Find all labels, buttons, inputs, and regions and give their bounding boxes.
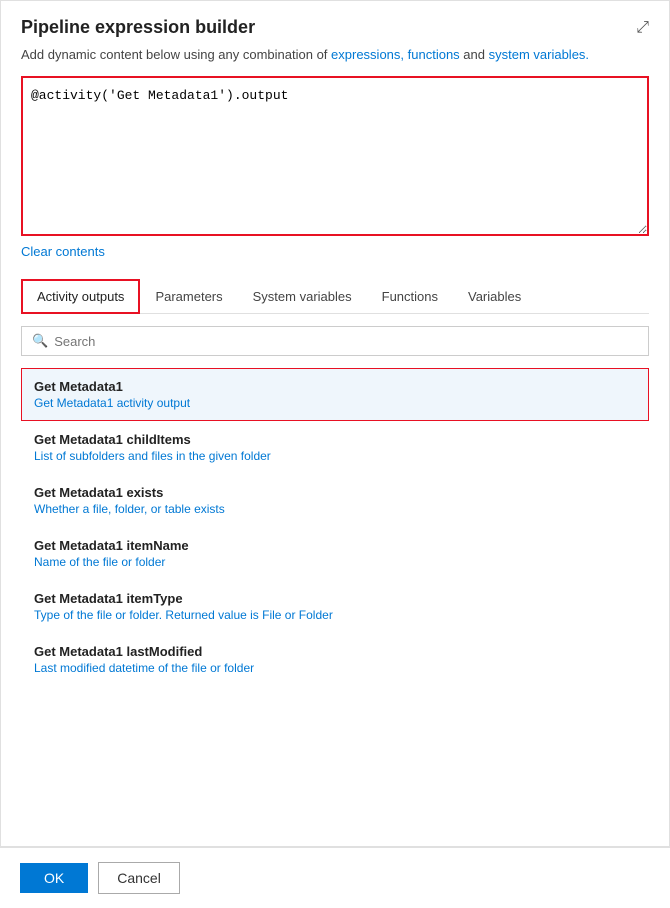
- list-item[interactable]: Get Metadata1 Get Metadata1 activity out…: [21, 368, 649, 421]
- list-item-desc: List of subfolders and files in the give…: [34, 449, 636, 463]
- pipeline-expression-builder-dialog: Pipeline expression builder ⤢ Add dynami…: [0, 0, 670, 847]
- cancel-button[interactable]: Cancel: [98, 862, 180, 894]
- expand-icon[interactable]: ⤢: [636, 19, 649, 37]
- dialog-title: Pipeline expression builder: [21, 17, 255, 38]
- list-item[interactable]: Get Metadata1 itemName Name of the file …: [21, 527, 649, 580]
- list-item[interactable]: Get Metadata1 exists Whether a file, fol…: [21, 474, 649, 527]
- system-variables-link[interactable]: system variables.: [489, 47, 589, 62]
- list-item[interactable]: Get Metadata1 lastModified Last modified…: [21, 633, 649, 686]
- list-item-title: Get Metadata1 childItems: [34, 432, 636, 447]
- list-item-desc: Get Metadata1 activity output: [34, 396, 636, 410]
- list-item-title: Get Metadata1: [34, 379, 636, 394]
- list-item-title: Get Metadata1 itemType: [34, 591, 636, 606]
- list-item[interactable]: Get Metadata1 childItems List of subfold…: [21, 421, 649, 474]
- expressions-link[interactable]: expressions,: [331, 47, 404, 62]
- search-icon: 🔍: [32, 333, 48, 349]
- tab-variables[interactable]: Variables: [453, 280, 536, 313]
- tab-activity-outputs[interactable]: Activity outputs: [21, 279, 140, 314]
- tab-functions[interactable]: Functions: [367, 280, 453, 313]
- functions-link[interactable]: functions: [408, 47, 460, 62]
- items-list: Get Metadata1 Get Metadata1 activity out…: [21, 368, 649, 830]
- list-item-desc: Last modified datetime of the file or fo…: [34, 661, 636, 675]
- dialog-subtitle: Add dynamic content below using any comb…: [21, 46, 649, 64]
- list-item-title: Get Metadata1 exists: [34, 485, 636, 500]
- search-input[interactable]: [54, 334, 638, 349]
- list-item-desc: Whether a file, folder, or table exists: [34, 502, 636, 516]
- footer: OK Cancel: [0, 847, 670, 908]
- list-item-title: Get Metadata1 lastModified: [34, 644, 636, 659]
- expression-textarea[interactable]: @activity('Get Metadata1').output: [21, 76, 649, 236]
- list-item-desc: Name of the file or folder: [34, 555, 636, 569]
- list-item[interactable]: Get Metadata1 itemType Type of the file …: [21, 580, 649, 633]
- tab-system-variables[interactable]: System variables: [238, 280, 367, 313]
- search-box: 🔍: [21, 326, 649, 356]
- tab-parameters[interactable]: Parameters: [140, 280, 237, 313]
- clear-contents-link[interactable]: Clear contents: [21, 244, 649, 259]
- list-item-title: Get Metadata1 itemName: [34, 538, 636, 553]
- list-item-desc: Type of the file or folder. Returned val…: [34, 608, 636, 622]
- ok-button[interactable]: OK: [20, 863, 88, 893]
- tabs-row: Activity outputs Parameters System varia…: [21, 279, 649, 314]
- dialog-header: Pipeline expression builder ⤢: [21, 17, 649, 38]
